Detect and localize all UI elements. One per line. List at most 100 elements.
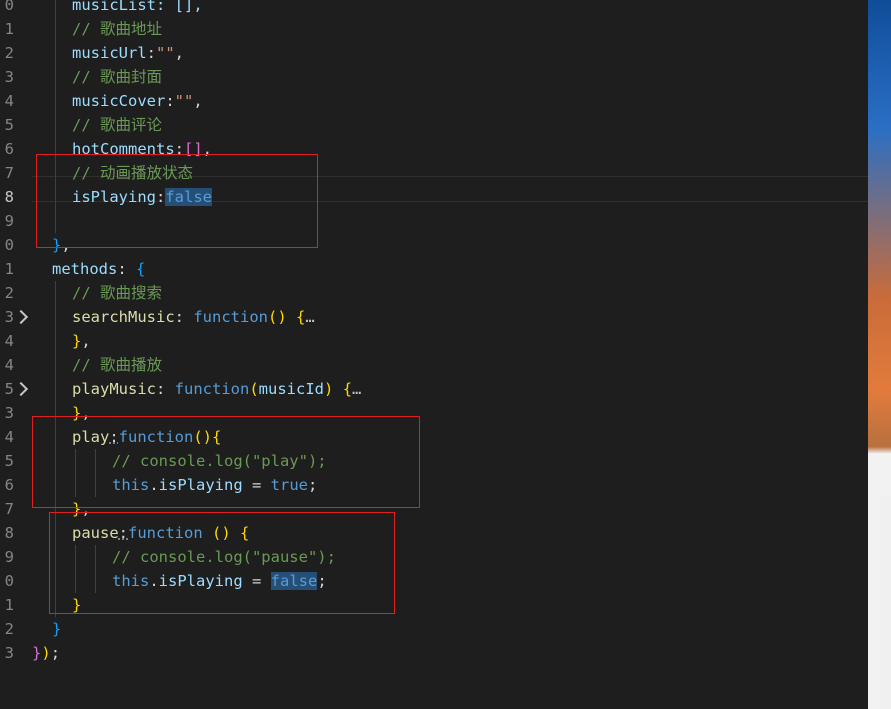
line-number: 1 [4, 260, 14, 278]
line-number: 4 [4, 92, 14, 110]
code-text: musicList: [], [72, 0, 203, 17]
code-line[interactable]: 4 // 歌曲播放 [0, 353, 868, 377]
code-token: // 歌曲搜索 [72, 284, 162, 302]
code-text: methods: { [52, 257, 145, 281]
highlight-box-pause-method [49, 512, 395, 614]
code-text: // 歌曲地址 [72, 17, 162, 41]
code-token: musicUrl [72, 44, 147, 62]
code-editor[interactable]: 0 musicList: [], 1// 歌曲地址 2 musicUrl:"", 3// … [0, 0, 868, 709]
code-line[interactable]: 5 playMusic: function(musicId) {… [0, 377, 868, 401]
code-text: playMusic: function(musicId) {… [72, 377, 361, 401]
fold-chevron-icon[interactable] [13, 309, 29, 325]
code-token: } [32, 644, 42, 662]
code-line[interactable]: 3 searchMusic: function() {… [0, 305, 868, 329]
code-line[interactable]: 3}); [0, 641, 868, 665]
code-token: , [193, 92, 203, 110]
code-text: musicCover:"", [72, 89, 203, 113]
code-token: musicId [258, 380, 324, 398]
code-text: }); [32, 641, 60, 665]
code-token: // 歌曲地址 [72, 20, 162, 38]
code-token: "" [156, 44, 175, 62]
code-token: musicCover [72, 92, 166, 110]
code-token: } [52, 620, 62, 638]
fold-chevron-icon[interactable] [13, 381, 29, 397]
code-token: } [72, 332, 82, 350]
line-number: 4 [4, 332, 14, 350]
code-text: } [52, 617, 61, 641]
line-number: 6 [4, 476, 14, 494]
code-line[interactable]: 2 musicUrl:"", [0, 41, 868, 65]
code-text: // 歌曲评论 [72, 113, 162, 137]
code-line[interactable]: 5 // 歌曲评论 [0, 113, 868, 137]
line-number: 8 [4, 524, 14, 542]
code-line[interactable]: 2} [0, 617, 868, 641]
line-number: 5 [4, 380, 14, 398]
code-token: ) [324, 380, 334, 398]
code-token: // 歌曲封面 [72, 68, 162, 86]
code-token: playMusic [72, 380, 156, 398]
line-number: 9 [4, 212, 14, 230]
line-number: 1 [4, 596, 14, 614]
code-token: () [267, 308, 287, 326]
line-number: 6 [4, 140, 14, 158]
code-token: searchMusic [72, 308, 175, 326]
code-text: // 歌曲搜索 [72, 281, 162, 305]
code-line[interactable]: 3 // 歌曲封面 [0, 65, 868, 89]
code-token: : [156, 380, 175, 398]
line-number: 3 [4, 644, 14, 662]
code-token: // 歌曲评论 [72, 116, 162, 134]
code-text: // 歌曲封面 [72, 65, 162, 89]
code-token: { [342, 380, 353, 398]
code-token: "" [174, 92, 194, 110]
line-number: 4 [4, 356, 14, 374]
code-token: function [174, 380, 250, 398]
line-number: 0 [4, 0, 14, 14]
scrollbar-track[interactable] [880, 495, 891, 709]
line-number: 2 [4, 620, 14, 638]
line-number: 3 [4, 308, 14, 326]
line-number: 5 [4, 116, 14, 134]
line-number: 2 [4, 284, 14, 302]
code-line[interactable]: 1 // 歌曲地址 [0, 17, 868, 41]
line-number: 2 [4, 44, 14, 62]
line-number: 9 [4, 548, 14, 566]
line-number: 4 [4, 428, 14, 446]
code-token: : [117, 260, 136, 278]
line-number: 7 [4, 500, 14, 518]
code-token: : [165, 92, 175, 110]
code-line[interactable]: 4}, [0, 329, 868, 353]
code-line[interactable]: 0 musicList: [], [0, 0, 868, 17]
code-token: // 歌曲播放 [72, 356, 162, 374]
code-token: , [81, 332, 91, 350]
code-token: ( [249, 380, 259, 398]
code-token: musicList: [], [72, 0, 203, 14]
line-number: 8 [4, 188, 14, 206]
code-line[interactable]: 2 // 歌曲搜索 [0, 281, 868, 305]
code-token: { [136, 260, 146, 278]
line-number: 3 [4, 68, 14, 86]
code-line[interactable]: 1 methods: { [0, 257, 868, 281]
code-line[interactable]: 4 musicCover:"", [0, 89, 868, 113]
code-text: }, [72, 329, 91, 353]
line-number: 3 [4, 404, 14, 422]
line-number: 0 [4, 236, 14, 254]
highlight-box-isplaying [36, 154, 318, 248]
code-token: { [296, 308, 306, 326]
code-token: : [174, 308, 194, 326]
code-text: musicUrl:"", [72, 41, 184, 65]
line-number: 0 [4, 572, 14, 590]
code-token: methods [52, 260, 118, 278]
highlight-box-play-method [32, 416, 420, 508]
line-number: 1 [4, 20, 14, 38]
code-token: ) [41, 644, 51, 662]
code-token: … [305, 308, 315, 326]
line-number: 7 [4, 164, 14, 182]
code-text: // 歌曲播放 [72, 353, 162, 377]
code-line[interactable] [0, 665, 868, 689]
code-token: … [352, 380, 362, 398]
code-text: searchMusic: function() {… [72, 305, 315, 329]
code-token: function [193, 308, 268, 326]
line-number: 5 [4, 452, 14, 470]
